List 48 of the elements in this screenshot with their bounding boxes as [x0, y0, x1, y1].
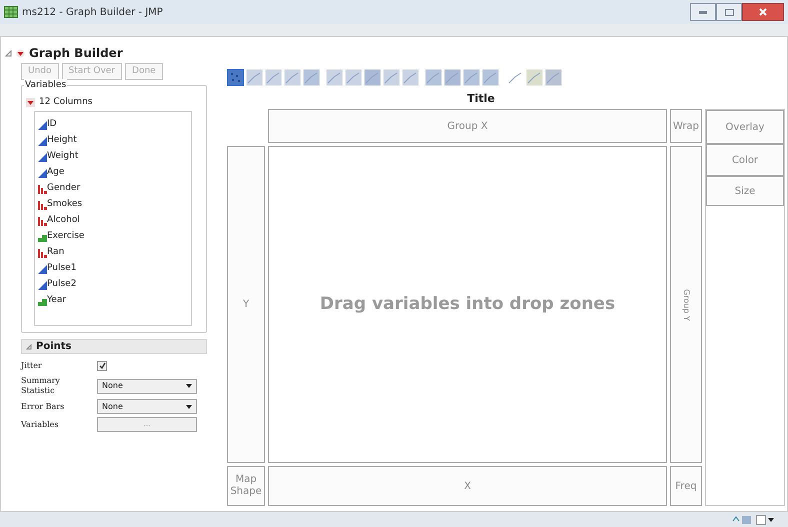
disclosure-icon[interactable] [5, 50, 12, 56]
maximize-icon [724, 8, 734, 16]
checkmark-icon [98, 362, 106, 369]
graph-type-icon[interactable] [227, 68, 244, 86]
close-button[interactable] [742, 3, 784, 21]
dropdown[interactable]: None [97, 378, 197, 394]
column-item[interactable]: Pulse2 [47, 278, 76, 290]
column-item[interactable]: Weight [47, 150, 78, 162]
column-item[interactable]: Pulse1 [47, 262, 76, 274]
maximize-button[interactable] [716, 3, 742, 21]
ordinal-icon [38, 232, 47, 242]
column-item[interactable]: Alcohol [47, 214, 80, 226]
triangle-menu-icon[interactable] [16, 48, 25, 58]
caret-icon [186, 384, 192, 388]
minimize-icon [699, 10, 707, 14]
column-item[interactable]: ID [47, 118, 57, 130]
points-header[interactable]: Points [21, 339, 207, 354]
app-icon [4, 6, 18, 18]
column-item[interactable]: Year [47, 294, 66, 306]
bar-chart-icon [38, 200, 47, 210]
option-label: Error Bars [21, 402, 66, 412]
graph-title: Title [466, 91, 496, 107]
column-item[interactable]: Smokes [47, 198, 82, 210]
column-item[interactable]: Gender [47, 182, 80, 194]
triangle-menu-icon[interactable] [26, 98, 35, 108]
option-label: Jitter [21, 360, 43, 370]
ordinal-icon [38, 296, 47, 306]
minimize-button[interactable] [690, 3, 716, 21]
column-item[interactable]: Ran [47, 246, 64, 258]
window-list-icon[interactable] [756, 514, 774, 524]
option-label: Variables [21, 420, 60, 430]
graph-builder-title: Graph Builder [29, 45, 123, 62]
column-item[interactable]: Exercise [47, 230, 84, 242]
disclosure-icon [26, 344, 32, 350]
option-label: Summary Statistic [21, 376, 61, 396]
bar-chart-icon [38, 184, 47, 194]
caret-icon [186, 404, 192, 408]
close-icon [759, 8, 767, 16]
points-title: Points [36, 340, 72, 354]
bar-chart-icon [38, 216, 47, 226]
column-item[interactable]: Height [47, 134, 77, 146]
window-title: ms212 - Graph Builder - JMP [22, 6, 163, 20]
drop-zone-hint: Drag variables into drop zones [320, 292, 616, 316]
column-group-label: 12 Columns [39, 96, 92, 109]
bar-chart-icon [38, 248, 47, 258]
column-item[interactable]: Age [47, 166, 64, 178]
dropdown[interactable]: None [97, 399, 197, 414]
jitter-checkbox[interactable] [97, 360, 107, 370]
